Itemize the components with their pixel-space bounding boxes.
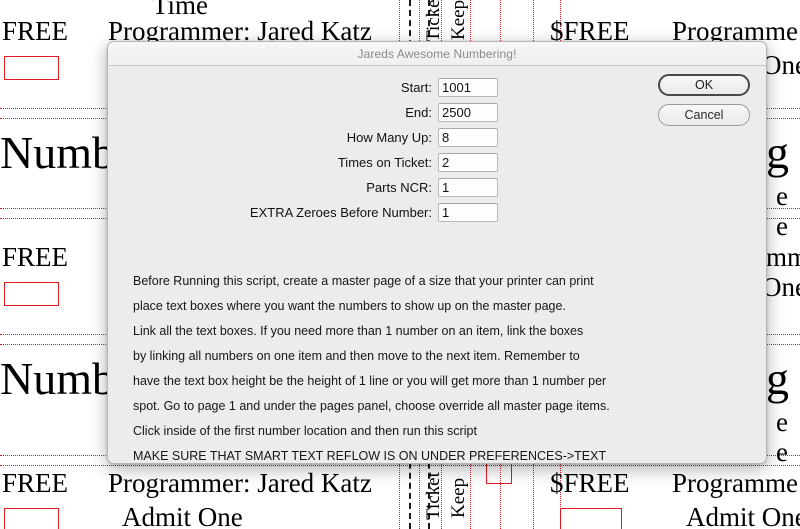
stub-vertical-text: Ticket <box>423 472 444 520</box>
dialog-instructions: Before Running this script, create a mas… <box>133 269 748 463</box>
ticket-text: Numb <box>0 127 115 178</box>
form-row-start: Start: <box>108 75 498 100</box>
instruction-line: spot. Go to page 1 and under the pages p… <box>133 399 610 413</box>
ticket-text: g E <box>766 127 800 178</box>
cancel-button[interactable]: Cancel <box>658 104 750 126</box>
ticket-text: Programmer: Jared Katz <box>108 468 372 498</box>
ticket-text: Admit One <box>122 502 243 529</box>
screen: Time FREE Programmer: Jared Katz $FREE Progr… <box>0 0 800 529</box>
dialog-body: Start: End: How Many Up: Times on Ticket: Pa… <box>108 66 766 463</box>
start-label: Start: <box>400 80 432 95</box>
instruction-line: Click inside of the first number locatio… <box>133 424 477 438</box>
form-row-end: End: <box>108 100 498 125</box>
dialog-titlebar[interactable]: Jareds Awesome Numbering! <box>108 42 766 66</box>
end-input[interactable] <box>438 103 498 122</box>
instruction-line: place text boxes where you want the numb… <box>133 299 566 313</box>
ticket-text: FREE <box>2 468 69 498</box>
extra-zeroes-label: EXTRA Zeroes Before Number: <box>249 205 432 220</box>
ticket-text: Numb <box>0 353 115 404</box>
ticket-text: e <box>776 181 788 211</box>
text-frame[interactable] <box>4 56 59 80</box>
times-on-ticket-label: Times on Ticket: <box>337 155 432 170</box>
numbering-dialog[interactable]: Jareds Awesome Numbering! Start: End: How … <box>107 41 767 464</box>
start-input[interactable] <box>438 78 498 97</box>
ticket-text: One <box>762 50 800 80</box>
instruction-line: have the text box height be the height o… <box>133 374 607 388</box>
dialog-form: Start: End: How Many Up: Times on Ticket: Pa… <box>108 75 498 225</box>
dialog-button-group: OK Cancel <box>658 74 750 134</box>
parts-ncr-label: Parts NCR: <box>366 180 432 195</box>
ticket-text: FREE <box>2 242 69 272</box>
end-label: End: <box>405 105 432 120</box>
how-many-up-label: How Many Up: <box>346 130 432 145</box>
text-frame[interactable] <box>4 508 59 529</box>
stub-vertical-text: Keep <box>448 477 469 518</box>
extra-zeroes-input[interactable] <box>438 203 498 222</box>
form-row-times-on-ticket: Times on Ticket: <box>108 150 498 175</box>
ticket-text: mme <box>766 242 800 272</box>
ticket-text: FREE <box>2 16 69 46</box>
ticket-text: e <box>776 211 788 241</box>
form-row-how-many-up: How Many Up: <box>108 125 498 150</box>
how-many-up-input[interactable] <box>438 128 498 147</box>
ok-button[interactable]: OK <box>658 74 750 96</box>
ticket-text: Admit One <box>686 502 800 529</box>
guide-horizontal <box>0 465 800 466</box>
ticket-text: Programme <box>672 468 798 498</box>
ticket-text: g E <box>766 353 800 404</box>
ticket-text: e <box>776 437 788 467</box>
parts-ncr-input[interactable] <box>438 178 498 197</box>
instruction-line: Link all the text boxes. If you need mor… <box>133 324 584 338</box>
instruction-line: Before Running this script, create a mas… <box>133 274 594 288</box>
times-on-ticket-input[interactable] <box>438 153 498 172</box>
ticket-text: $FREE <box>550 468 630 498</box>
ticket-text: e <box>776 407 788 437</box>
form-row-parts-ncr: Parts NCR: <box>108 175 498 200</box>
text-frame[interactable] <box>4 282 59 306</box>
stub-vertical-text: Keep <box>448 0 469 40</box>
form-row-extra-zeroes: EXTRA Zeroes Before Number: <box>108 200 498 225</box>
instruction-line: MAKE SURE THAT SMART TEXT REFLOW IS ON U… <box>133 449 607 463</box>
text-frame[interactable] <box>560 508 622 529</box>
ticket-text: One <box>762 272 800 302</box>
dialog-title: Jareds Awesome Numbering! <box>357 46 517 61</box>
instruction-line: by linking all numbers on one item and t… <box>133 349 580 363</box>
stub-vertical-text: Ticket <box>423 0 444 42</box>
